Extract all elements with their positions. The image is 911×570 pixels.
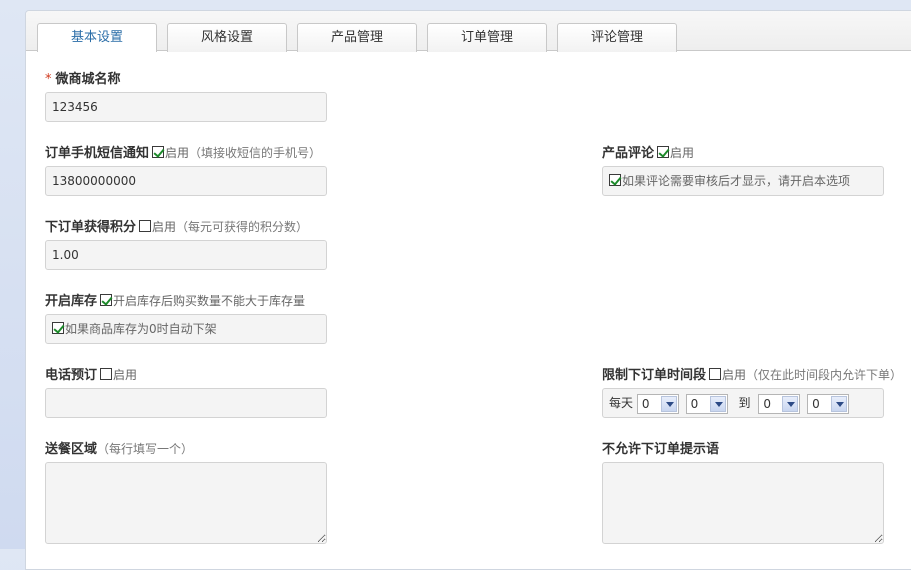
disallow-message-textarea[interactable]	[602, 462, 884, 544]
sms-enable-checkbox[interactable]	[152, 146, 165, 158]
order-time-limit-label: 限制下订单时间段 启用（仅在此时间段内允许下单）	[602, 368, 903, 383]
chevron-down-icon	[660, 395, 677, 412]
tab-style-settings[interactable]: 风格设置	[167, 23, 287, 52]
sms-notify-label: 订单手机短信通知 启用（填接收短信的手机号）	[45, 146, 322, 161]
tab-order-management[interactable]: 订单管理	[427, 23, 547, 52]
tab-review-management[interactable]: 评论管理	[557, 23, 677, 52]
tab-basic-settings[interactable]: 基本设置	[37, 23, 157, 52]
auto-offshelf-checkbox[interactable]	[52, 322, 64, 334]
shop-name-label: * 微商城名称	[45, 72, 121, 87]
tab-product-management[interactable]: 产品管理	[297, 23, 417, 52]
start-minute-select[interactable]: 0	[685, 393, 728, 414]
chevron-down-icon	[831, 395, 848, 412]
points-label: 下订单获得积分 启用（每元可获得的积分数）	[45, 220, 309, 235]
end-hour-select[interactable]: 0	[758, 393, 801, 414]
sms-phone-input[interactable]	[45, 166, 327, 196]
chevron-down-icon	[709, 395, 726, 412]
phone-order-label: 电话预订 启用	[45, 368, 138, 383]
points-input[interactable]	[45, 240, 327, 270]
delivery-area-textarea[interactable]	[45, 462, 327, 544]
shop-name-input[interactable]	[45, 92, 327, 122]
delivery-area-label: 送餐区域（每行填写一个）	[45, 442, 194, 457]
time-limit-checkbox[interactable]	[709, 368, 722, 380]
phone-order-input[interactable]	[45, 388, 327, 418]
review-enable-checkbox[interactable]	[657, 146, 670, 158]
stock-auto-offshelf-box: 如果商品库存为0时自动下架	[45, 314, 327, 344]
points-enable-checkbox[interactable]	[139, 220, 152, 232]
required-mark: *	[45, 72, 52, 87]
tab-bar: 基本设置 风格设置 产品管理 订单管理 评论管理	[26, 11, 911, 52]
end-minute-select[interactable]: 0	[807, 393, 850, 414]
review-moderation-checkbox[interactable]	[609, 174, 621, 186]
start-hour-select[interactable]: 0	[636, 393, 679, 414]
chevron-down-icon	[782, 395, 799, 412]
product-review-label: 产品评论 启用	[602, 146, 695, 161]
stock-enable-checkbox[interactable]	[100, 294, 113, 306]
time-range-box: 每天 0 0 到 0 0	[602, 388, 884, 418]
phone-order-checkbox[interactable]	[100, 368, 113, 380]
stock-label: 开启库存 开启库存后购买数量不能大于库存量	[45, 294, 306, 309]
disallow-message-label: 不允许下订单提示语	[602, 442, 720, 457]
review-moderation-box: 如果评论需要审核后才显示，请开启本选项	[602, 166, 884, 196]
